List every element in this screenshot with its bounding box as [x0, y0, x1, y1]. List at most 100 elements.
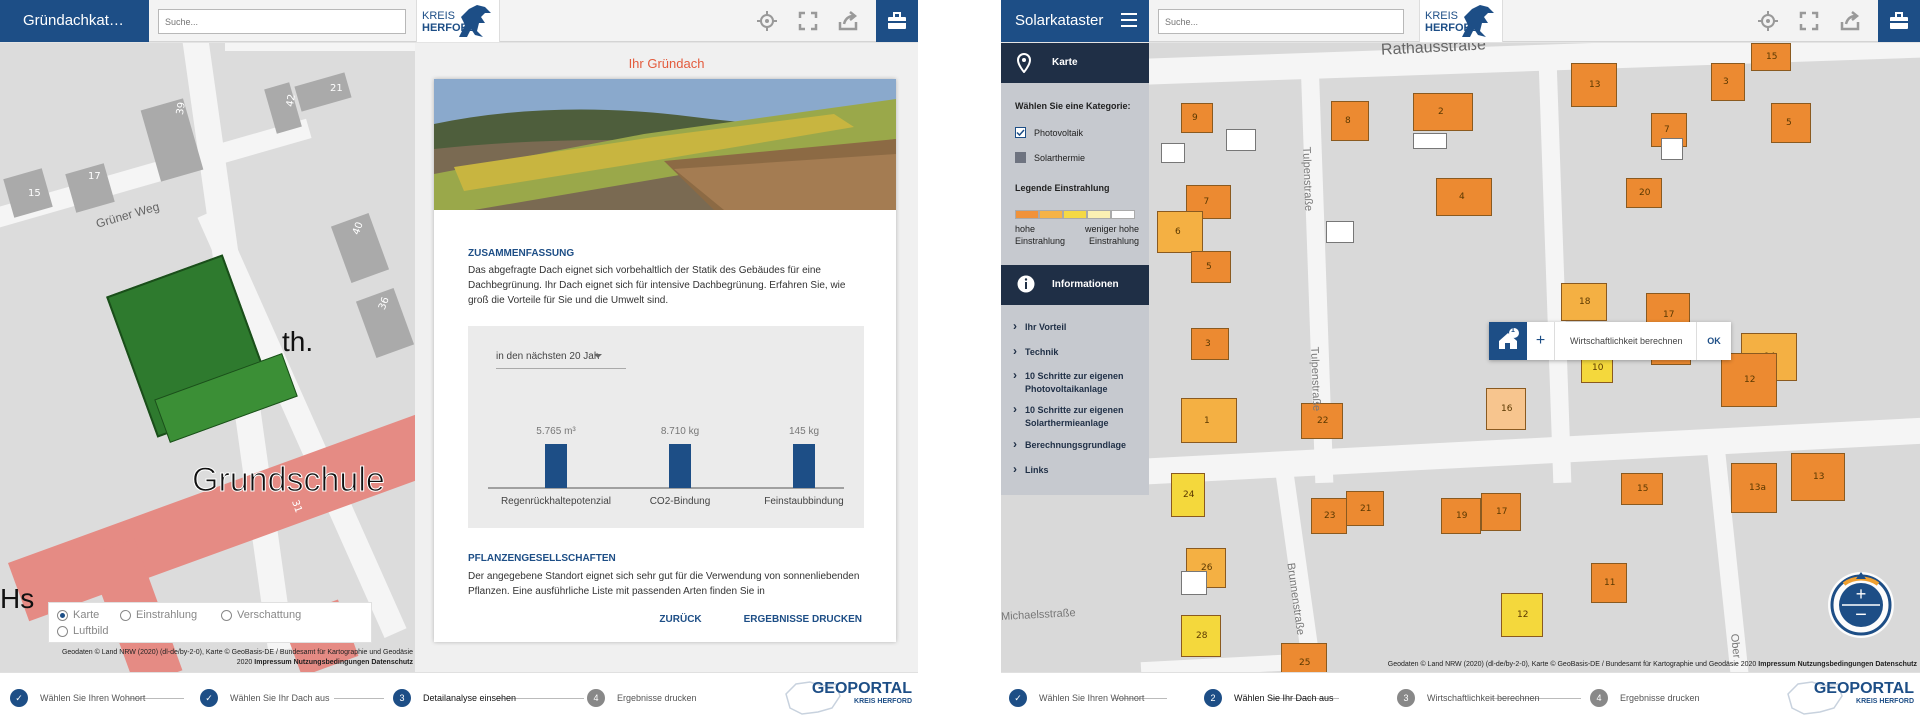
solar-roof[interactable]: 13 — [1571, 63, 1617, 107]
impressum-link[interactable]: Impressum — [1758, 661, 1795, 668]
unrated-roof[interactable] — [1161, 143, 1185, 163]
step-4[interactable]: 4 Ergebnisse drucken — [587, 688, 697, 708]
solar-roof[interactable]: 12 — [1501, 593, 1543, 637]
search-input[interactable] — [158, 9, 406, 34]
fullscreen-icon[interactable] — [1798, 10, 1820, 32]
bar-chart: 5.765 m³ Regenrückhaltepotenzial 8.710 kg C… — [488, 426, 844, 507]
solar-roof[interactable]: 13a — [1731, 463, 1777, 513]
privacy-link[interactable]: Datenschutz — [371, 659, 413, 666]
privacy-link[interactable]: Datenschutz — [1875, 661, 1917, 668]
step-2[interactable]: 2 Wählen Sie Ihr Dach aus — [1204, 688, 1334, 708]
unrated-roof[interactable] — [1326, 221, 1354, 243]
house-number: 17 — [88, 171, 101, 182]
sidebar-header-info[interactable]: Informationen — [1001, 265, 1149, 305]
zoom-in-button[interactable]: + — [1839, 583, 1883, 605]
sidebar-link-links[interactable]: Links — [1013, 463, 1143, 477]
solar-roof[interactable]: 3 — [1191, 328, 1229, 360]
solar-roof[interactable]: 8 — [1331, 101, 1369, 141]
radio-label: Luftbild — [73, 625, 109, 637]
toolbox-button[interactable] — [876, 0, 918, 42]
geoportal-logo: GEOPORTAL KREIS HERFORD — [782, 676, 916, 716]
step-3[interactable]: 3 Detailanalyse einsehen — [393, 688, 516, 708]
sidebar-link-berechnung[interactable]: Berechnungsgrundlage — [1013, 438, 1143, 452]
solar-roof[interactable]: 11 — [1591, 563, 1627, 603]
unrated-roof[interactable] — [1661, 138, 1683, 160]
search-input[interactable] — [1158, 9, 1404, 34]
solar-roof[interactable]: 13 — [1791, 453, 1845, 501]
solar-roof[interactable]: 6 — [1157, 211, 1203, 253]
ok-button[interactable]: OK — [1696, 322, 1731, 360]
share-icon[interactable] — [837, 10, 859, 32]
map-label: Grundschule — [192, 461, 386, 500]
sidebar-link-pv-steps[interactable]: 10 Schritte zur eigenen Photovoltaikanla… — [1013, 369, 1143, 396]
solar-roof[interactable]: 28 — [1181, 615, 1221, 657]
locate-icon[interactable] — [1757, 10, 1779, 32]
unrated-roof[interactable] — [1413, 133, 1447, 149]
solar-roof[interactable]: 5 — [1191, 251, 1231, 283]
solar-roof[interactable]: 16 — [1486, 388, 1526, 430]
house-number: 3 — [1723, 77, 1729, 87]
photovoltaik-label: Photovoltaik — [1034, 128, 1084, 138]
step-4[interactable]: 4 Ergebnisse drucken — [1590, 688, 1700, 708]
unrated-roof[interactable] — [1181, 571, 1207, 595]
street-label: Ober — [1727, 633, 1743, 659]
radio-label: Verschattung — [237, 609, 302, 621]
solar-roof[interactable]: 18 — [1561, 283, 1607, 321]
zoom-control: + − — [1826, 570, 1896, 640]
house-number: 24 — [1183, 490, 1195, 500]
info-icon — [1017, 275, 1035, 293]
back-button[interactable]: ZURÜCK — [659, 614, 701, 625]
sidebar-link-st-steps[interactable]: 10 Schritte zur eigenen Solarthermieanla… — [1013, 403, 1143, 430]
attribution-year: 2020 — [236, 659, 253, 666]
solar-roof[interactable]: 4 — [1436, 178, 1492, 216]
roof-popup: 1 + Wirtschaftlichkeit berechnen OK — [1489, 322, 1731, 360]
step-1[interactable]: ✓ Wählen Sie Ihren Wohnort — [10, 688, 145, 708]
unrated-roof[interactable] — [1226, 129, 1256, 151]
legend-title: Legende Einstrahlung — [1015, 183, 1110, 193]
impressum-link[interactable]: Impressum — [254, 659, 291, 666]
layer-radio-verschattung[interactable]: Verschattung — [221, 609, 301, 621]
solar-roof[interactable]: 15 — [1751, 43, 1791, 71]
solar-roof[interactable]: 21 — [1346, 491, 1384, 526]
radio-label: Karte — [73, 609, 100, 621]
solar-roof[interactable]: 5 — [1771, 103, 1811, 143]
house-number: 13 — [1813, 472, 1825, 482]
solar-roof[interactable]: 20 — [1626, 178, 1662, 208]
benefit-chart: in den nächsten 20 Jah 5.765 m³ Regenrück… — [468, 326, 864, 528]
zoom-out-button[interactable]: − — [1839, 605, 1883, 627]
sidebar-link-vorteil[interactable]: Ihr Vorteil — [1013, 320, 1143, 334]
layer-radio-karte[interactable]: Karte — [57, 609, 99, 621]
solar-roof[interactable]: 23 — [1311, 498, 1347, 534]
solar-roof[interactable]: 19 — [1441, 498, 1481, 534]
house-number: 5 — [1786, 118, 1792, 128]
photovoltaik-checkbox[interactable] — [1015, 127, 1026, 138]
solarthermie-checkbox[interactable] — [1015, 152, 1026, 163]
step-1[interactable]: ✓ Wählen Sie Ihren Wohnort — [1009, 688, 1144, 708]
solar-roof[interactable]: 15 — [1621, 473, 1663, 505]
solar-roof[interactable]: 17 — [1481, 493, 1521, 531]
radio-icon — [221, 609, 232, 621]
solar-roof[interactable]: 25 — [1281, 643, 1327, 672]
add-roof-button[interactable]: + — [1527, 322, 1555, 360]
solar-roof[interactable]: 9 — [1181, 103, 1213, 133]
solar-roof[interactable]: 3 — [1711, 63, 1745, 101]
solar-roof[interactable]: 1 — [1181, 398, 1237, 443]
locate-icon[interactable] — [756, 10, 778, 32]
layer-radio-einstrahlung[interactable]: Einstrahlung — [120, 609, 197, 621]
solar-roof[interactable]: 2 — [1413, 93, 1473, 131]
terms-link[interactable]: Nutzungsbedingungen — [294, 659, 370, 666]
layer-radio-luftbild[interactable]: Luftbild — [57, 625, 108, 637]
step-2[interactable]: ✓ Wählen Sie Ihr Dach aus — [200, 688, 330, 708]
fullscreen-icon[interactable] — [797, 10, 819, 32]
print-results-button[interactable]: ERGEBNISSE DRUCKEN — [744, 614, 862, 625]
share-icon[interactable] — [1839, 10, 1861, 32]
terms-link[interactable]: Nutzungsbedingungen — [1798, 661, 1874, 668]
category-label: Feinstaubbindung — [764, 496, 844, 507]
solar-roof[interactable]: 12 — [1721, 353, 1777, 407]
sidebar-link-technik[interactable]: Technik — [1013, 345, 1143, 359]
sidebar-header-karte[interactable]: Karte — [1001, 43, 1149, 83]
solar-roof[interactable]: 24 — [1171, 473, 1205, 517]
step-3[interactable]: 3 Wirtschaftlichkeit berechnen — [1397, 688, 1540, 708]
menu-icon[interactable] — [1121, 13, 1137, 27]
toolbox-button[interactable] — [1878, 0, 1920, 42]
